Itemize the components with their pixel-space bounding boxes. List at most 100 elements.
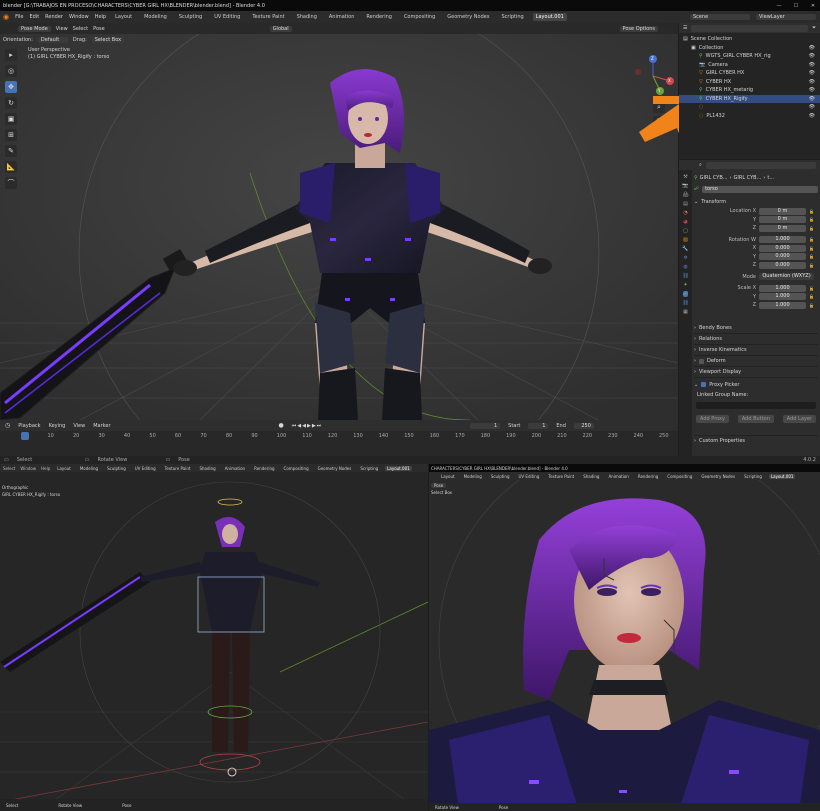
outliner-item[interactable]: ▣ Collection 👁 [679, 44, 820, 53]
location-x-field[interactable]: 0 m [759, 207, 807, 215]
tab-texture-paint[interactable]: Texture Paint [546, 474, 576, 479]
particles-tab-icon[interactable]: ✲ [683, 255, 687, 261]
outliner-search-field[interactable] [691, 24, 808, 32]
tab-geometry-nodes[interactable]: Geometry Nodes [316, 466, 354, 471]
lock-icon[interactable]: 🔓 [809, 254, 814, 259]
checkbox-checked-icon[interactable] [701, 382, 707, 387]
annotate-tool-icon[interactable]: ✎ [5, 145, 17, 157]
eye-icon[interactable]: 👁 [809, 79, 815, 85]
tab-texture-paint[interactable]: Texture Paint [249, 13, 287, 21]
properties-editor[interactable]: ⌕ ⚒ 📷 🖨 ▤ ◔ ◕ ▢ ▧ 🔧 ✲ ◍ ⛓ ✦ ☍ ⛓ ▦ ⚲ GIRL… [679, 160, 820, 456]
tab-animation[interactable]: Animation [326, 13, 358, 21]
viewport-menu-select[interactable]: Select [73, 26, 88, 32]
bone-constraint-tab-icon[interactable]: ⛓ [682, 300, 688, 306]
scale-x-field[interactable]: 1.000 [759, 284, 807, 292]
outliner-item[interactable]: ⚲ CYBER HX_Rigify 👁 [679, 94, 820, 103]
scale-z-field[interactable]: 1.000 [759, 301, 807, 309]
location-y-field[interactable]: 0 m [759, 216, 807, 224]
rotation-z-field[interactable]: 0.000 [759, 261, 807, 269]
rotation-w-field[interactable]: 1.000 [759, 236, 807, 244]
maximize-button[interactable]: ☐ [789, 3, 803, 9]
measure-tool-icon[interactable]: 📐 [5, 161, 17, 173]
close-button[interactable]: ✕ [806, 3, 820, 9]
panel-deform[interactable]: › Deform [694, 356, 818, 367]
constraints-tab-icon[interactable]: ⛓ [682, 273, 688, 279]
tab-texture-paint[interactable]: Texture Paint [163, 466, 193, 471]
timeline-editor-icon[interactable]: ◷ [5, 422, 10, 429]
record-icon[interactable]: ● [279, 422, 284, 429]
tab-geometry-nodes[interactable]: Geometry Nodes [444, 13, 492, 21]
output-tab-icon[interactable]: 🖨 [682, 192, 688, 198]
lock-icon[interactable]: 🔓 [809, 263, 814, 268]
scene-tab-icon[interactable]: ◔ [683, 210, 687, 216]
viewport-3d-main[interactable]: Pose Mode View Select Pose Global Pose O… [0, 23, 678, 420]
tab-layout[interactable]: Layout [55, 466, 73, 471]
timeline-menu-keying[interactable]: Keying [49, 423, 66, 429]
bottom-right-viewport[interactable]: CHARACTERS\CYBER GIRL HX\BLENDER\blender… [429, 464, 820, 811]
tab-layout[interactable]: Layout [112, 13, 135, 21]
checkbox-icon[interactable] [699, 358, 704, 364]
object-tab-icon[interactable]: ▧ [683, 237, 688, 243]
move-tool-icon[interactable]: ✥ [5, 81, 17, 93]
lock-icon[interactable]: 🔓 [809, 217, 814, 222]
scale-tool-icon[interactable]: ▣ [5, 113, 17, 125]
menu-help[interactable]: Help [41, 466, 50, 471]
tab-layout-001[interactable]: Layout.001 [385, 465, 412, 471]
properties-search-icon[interactable]: ⌕ [699, 162, 702, 168]
tab-layout-001[interactable]: Layout.001 [532, 13, 567, 21]
tab-sculpting[interactable]: Sculpting [489, 474, 512, 479]
physics-tab-icon[interactable]: ◍ [683, 264, 687, 270]
bottom-right-select-box[interactable]: Select Box [431, 490, 452, 495]
tab-layout[interactable]: Layout [439, 474, 457, 479]
view-layer-selector[interactable]: ViewLayer [756, 14, 816, 20]
eye-icon[interactable]: 👁 [809, 87, 815, 93]
menu-help[interactable]: Help [95, 14, 106, 20]
outliner-item[interactable]: ▤ Scene Collection [679, 35, 820, 44]
location-z-field[interactable]: 0 m [759, 224, 807, 232]
scale-y-field[interactable]: 1.000 [759, 293, 807, 301]
lock-icon[interactable]: 🔓 [809, 226, 814, 231]
panel-bendy-bones[interactable]: › Bendy Bones [694, 323, 818, 334]
rotation-x-field[interactable]: 0.000 [759, 244, 807, 252]
menu-window[interactable]: Window [69, 14, 89, 20]
tab-shading[interactable]: Shading [294, 13, 320, 21]
outliner[interactable]: ☰ ⏷ ▤ Scene Collection ▣ Collection 👁 ⚲ WGTS_G… [679, 23, 820, 159]
transform-panel-header[interactable]: ⌄ Transform [694, 197, 818, 207]
add-layer-button[interactable]: Add Layer [782, 415, 816, 423]
eye-icon[interactable]: 👁 [809, 96, 815, 102]
tab-rendering[interactable]: Rendering [252, 466, 276, 471]
tab-shading[interactable]: Shading [197, 466, 217, 471]
panel-proxy-picker[interactable]: ⌄ Proxy Picker [694, 379, 818, 390]
outliner-item[interactable]: ◌ 👁 [679, 103, 820, 112]
tab-animation[interactable]: Animation [223, 466, 247, 471]
filter-icon[interactable]: ⏷ [812, 25, 816, 31]
rotate-tool-icon[interactable]: ↻ [5, 97, 17, 109]
outliner-item[interactable]: ⚲ WGTS_GIRL CYBER HX_rig 👁 [679, 52, 820, 61]
select-tool-icon[interactable]: ▸ [5, 49, 17, 61]
tool-tab-icon[interactable]: ⚒ [683, 174, 687, 180]
view-layer-tab-icon[interactable]: ▤ [683, 201, 688, 207]
pose-options-button[interactable]: Pose Options [619, 25, 658, 32]
panel-viewport-display[interactable]: › Viewport Display [694, 367, 818, 378]
tab-modeling[interactable]: Modeling [78, 466, 100, 471]
menu-edit[interactable]: Edit [29, 14, 39, 20]
collection-tab-icon[interactable]: ▢ [683, 228, 688, 234]
tab-uv-editing[interactable]: UV Editing [211, 13, 243, 21]
playhead[interactable] [21, 432, 29, 440]
rotation-y-field[interactable]: 0.000 [759, 253, 807, 261]
mode-selector[interactable]: Pose Mode [18, 25, 51, 32]
linked-group-field[interactable] [696, 402, 816, 409]
viewport-menu-view[interactable]: View [56, 26, 68, 32]
render-tab-icon[interactable]: 📷 [682, 183, 688, 189]
add-button-button[interactable]: Add Button [737, 415, 774, 423]
panel-custom-properties[interactable]: › Custom Properties [694, 435, 818, 446]
add-proxy-button[interactable]: Add Proxy [696, 415, 729, 423]
rotation-mode-dropdown[interactable]: Quaternion (WXYZ) [759, 273, 814, 281]
tab-uv-editing[interactable]: UV Editing [517, 474, 542, 479]
start-frame-field[interactable]: 1 [528, 422, 549, 429]
viewport-menu-pose[interactable]: Pose [93, 26, 105, 32]
tab-shading[interactable]: Shading [581, 474, 601, 479]
tab-compositing[interactable]: Compositing [665, 474, 694, 479]
timeline-menu-marker[interactable]: Marker [93, 423, 110, 429]
eye-icon[interactable]: 👁 [809, 45, 815, 51]
